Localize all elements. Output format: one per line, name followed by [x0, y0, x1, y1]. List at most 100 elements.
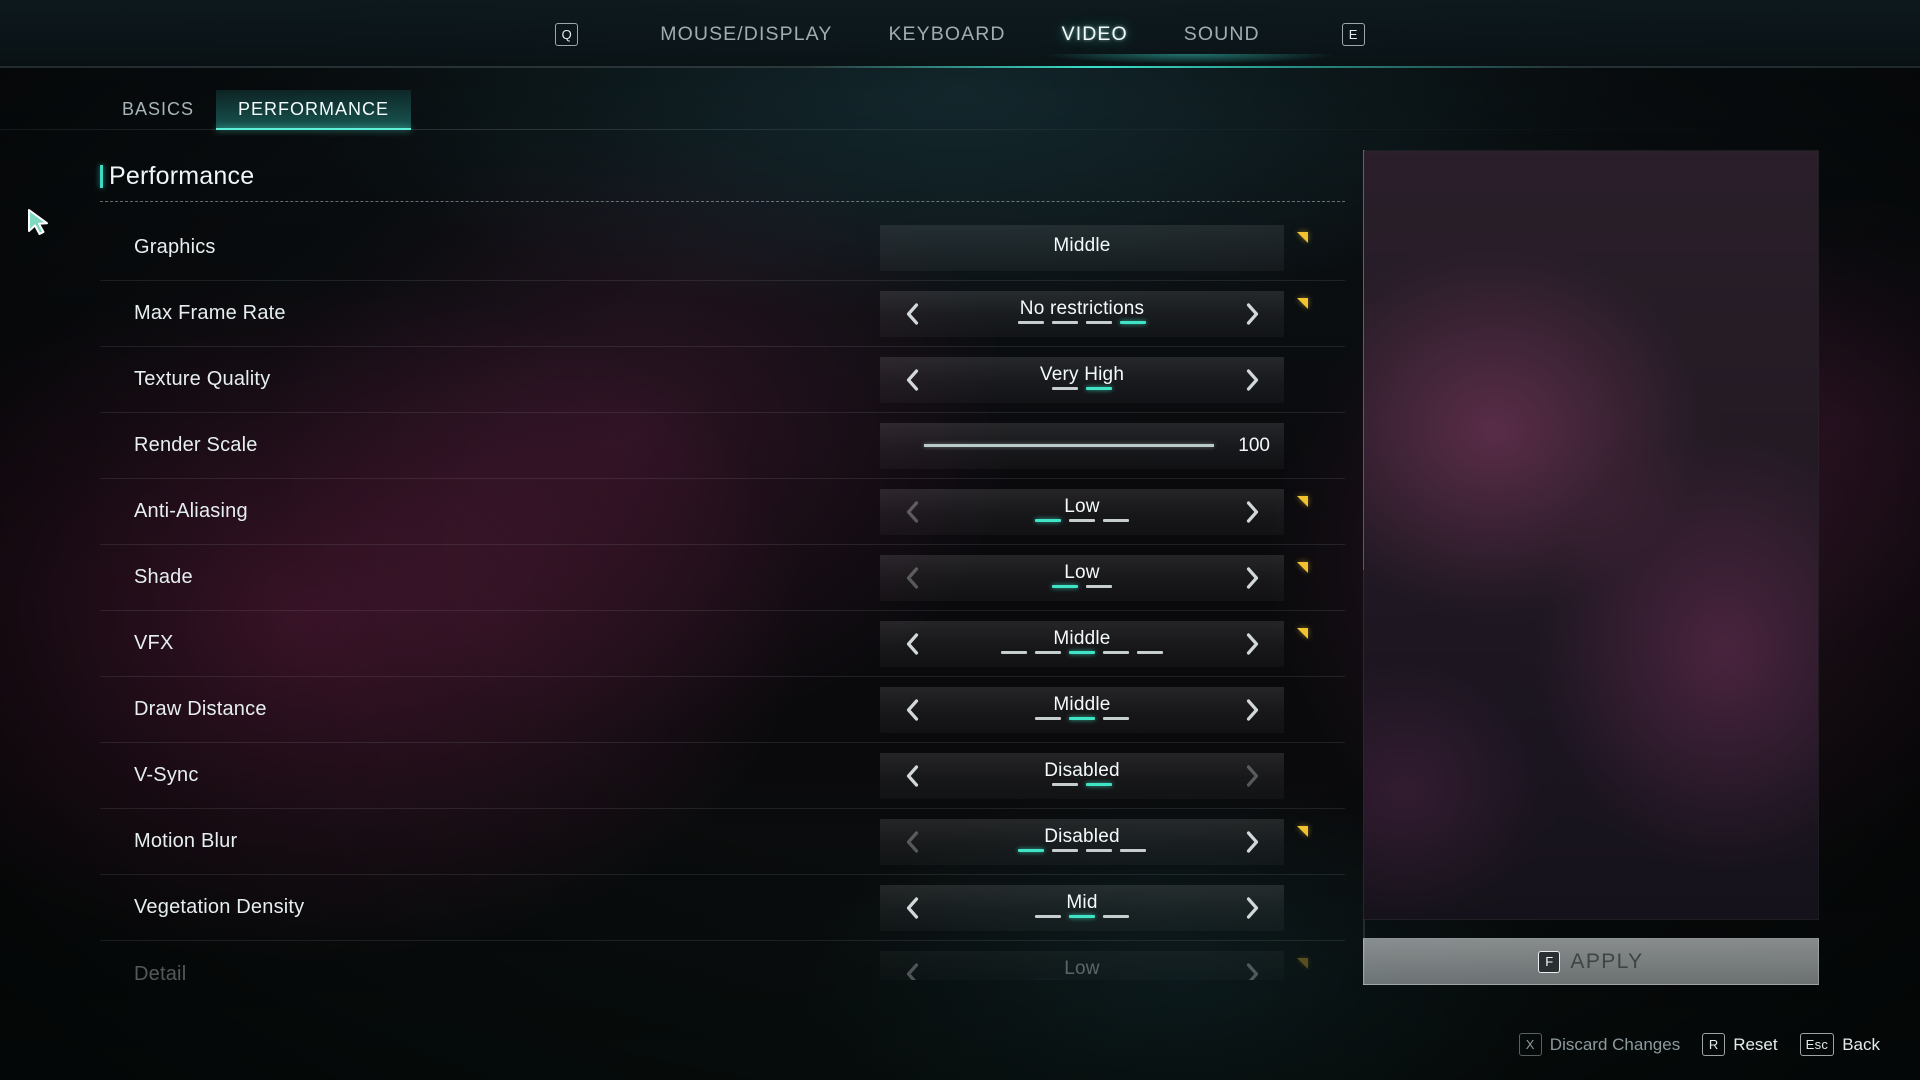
- step-dash: [1103, 519, 1129, 523]
- step-dash: [1086, 849, 1112, 853]
- preview-panel: [1363, 150, 1819, 920]
- setting-control-detail[interactable]: Low: [880, 951, 1308, 980]
- slider-track-render-scale[interactable]: [924, 444, 1214, 447]
- reset-key: R: [1702, 1033, 1726, 1056]
- step-indicator-draw-distance: [1035, 717, 1129, 721]
- chevron-right-icon-vfx[interactable]: [1226, 621, 1278, 667]
- chevron-right-icon-texture-quality[interactable]: [1226, 357, 1278, 403]
- setting-label-vfx: VFX: [134, 632, 174, 654]
- chevron-right-icon-draw-distance[interactable]: [1226, 687, 1278, 733]
- setting-value-wrap-draw-distance: Middle: [1035, 693, 1129, 721]
- setting-row-anti-aliasing[interactable]: Anti-Aliasing Low: [100, 479, 1345, 545]
- setting-label-max-frame-rate: Max Frame Rate: [134, 302, 286, 324]
- step-dash: [1086, 783, 1112, 787]
- setting-control-anti-aliasing[interactable]: Low: [880, 488, 1308, 535]
- setting-row-motion-blur[interactable]: Motion Blur Disabled: [100, 809, 1345, 875]
- setting-value-detail: Low: [1064, 958, 1100, 980]
- setting-control-v-sync[interactable]: Disabled: [880, 752, 1284, 799]
- chevron-left-icon-shade[interactable]: [886, 555, 938, 601]
- changed-marker-icon-graphics: [1297, 231, 1308, 243]
- setting-value-wrap-max-frame-rate: No restrictions: [1018, 298, 1146, 325]
- chevron-left-icon-detail[interactable]: [886, 951, 938, 980]
- chevron-right-icon-shade[interactable]: [1226, 555, 1278, 601]
- setting-row-v-sync[interactable]: V-Sync Disabled: [100, 743, 1345, 809]
- nav-tab-mouse-display[interactable]: MOUSE/DISPLAY: [632, 23, 860, 46]
- apply-button[interactable]: F APPLY: [1363, 938, 1819, 985]
- setting-value-wrap-texture-quality: Very High: [1040, 364, 1124, 391]
- top-navigation-bar: Q MOUSE/DISPLAY KEYBOARD VIDEO SOUND E: [0, 0, 1920, 82]
- chevron-left-icon-motion-blur[interactable]: [886, 819, 938, 865]
- section-header: Performance: [100, 162, 1345, 202]
- setting-control-graphics[interactable]: Middle: [880, 224, 1308, 271]
- hint-back[interactable]: Esc Back: [1799, 1033, 1880, 1056]
- next-category-key[interactable]: E: [1341, 22, 1365, 46]
- setting-label-graphics: Graphics: [134, 236, 216, 258]
- setting-row-render-scale[interactable]: Render Scale 100: [100, 413, 1345, 479]
- chevron-left-icon-vfx[interactable]: [886, 621, 938, 667]
- setting-control-render-scale[interactable]: 100: [880, 422, 1284, 469]
- nav-tab-sound[interactable]: SOUND: [1156, 23, 1288, 46]
- settings-list[interactable]: Graphics Middle Max Frame Rate No restricti…: [100, 215, 1345, 980]
- step-indicator-max-frame-rate: [1018, 321, 1146, 325]
- chevron-right-icon-anti-aliasing[interactable]: [1226, 489, 1278, 535]
- setting-row-shade[interactable]: Shade Low: [100, 545, 1345, 611]
- chevron-right-icon-vegetation-density[interactable]: [1226, 885, 1278, 931]
- hint-reset[interactable]: R Reset: [1702, 1033, 1778, 1056]
- step-indicator-vfx: [1001, 651, 1163, 655]
- setting-label-v-sync: V-Sync: [134, 764, 199, 786]
- step-dash: [1052, 849, 1078, 853]
- step-dash: [1052, 783, 1078, 787]
- prev-category-key[interactable]: Q: [555, 22, 579, 46]
- discard-changes-label: Discard Changes: [1549, 1034, 1681, 1054]
- setting-row-texture-quality[interactable]: Texture Quality Very High: [100, 347, 1345, 413]
- step-dash: [1137, 651, 1163, 655]
- subtab-basics[interactable]: BASICS: [100, 90, 216, 130]
- step-indicator-texture-quality: [1052, 387, 1112, 391]
- setting-label-motion-blur: Motion Blur: [134, 830, 238, 852]
- chevron-left-icon-draw-distance[interactable]: [886, 687, 938, 733]
- setting-row-max-frame-rate[interactable]: Max Frame Rate No restrictions: [100, 281, 1345, 347]
- setting-control-motion-blur[interactable]: Disabled: [880, 818, 1308, 865]
- changed-marker-icon-anti-aliasing: [1297, 495, 1308, 507]
- setting-control-shade[interactable]: Low: [880, 554, 1308, 601]
- setting-row-draw-distance[interactable]: Draw Distance Middle: [100, 677, 1345, 743]
- setting-control-vfx[interactable]: Middle: [880, 620, 1308, 667]
- nav-tab-video[interactable]: VIDEO: [1034, 23, 1156, 46]
- setting-control-draw-distance[interactable]: Middle: [880, 686, 1284, 733]
- settings-screen: Q MOUSE/DISPLAY KEYBOARD VIDEO SOUND E B…: [0, 0, 1920, 1080]
- chevron-left-icon-max-frame-rate[interactable]: [886, 291, 938, 337]
- hint-discard-changes[interactable]: X Discard Changes: [1518, 1033, 1681, 1056]
- changed-marker-icon-shade: [1297, 561, 1308, 573]
- chevron-right-icon-max-frame-rate[interactable]: [1226, 291, 1278, 337]
- preview-image: [1364, 151, 1818, 919]
- step-dash: [1120, 321, 1146, 325]
- step-dash: [1018, 849, 1044, 853]
- back-key: Esc: [1799, 1033, 1835, 1056]
- chevron-right-icon-v-sync[interactable]: [1226, 753, 1278, 799]
- setting-value-shade: Low: [1064, 561, 1100, 583]
- chevron-left-icon-anti-aliasing[interactable]: [886, 489, 938, 535]
- chevron-right-icon-detail[interactable]: [1226, 951, 1278, 980]
- step-dash: [1069, 651, 1095, 655]
- setting-row-vfx[interactable]: VFX Middle: [100, 611, 1345, 677]
- setting-control-texture-quality[interactable]: Very High: [880, 356, 1284, 403]
- setting-row-detail[interactable]: Detail Low: [100, 941, 1345, 980]
- step-dash: [1069, 915, 1095, 919]
- setting-row-graphics[interactable]: Graphics Middle: [100, 215, 1345, 281]
- chevron-right-icon-motion-blur[interactable]: [1226, 819, 1278, 865]
- setting-control-vegetation-density[interactable]: Mid: [880, 884, 1284, 931]
- chevron-left-icon-texture-quality[interactable]: [886, 357, 938, 403]
- nav-tab-keyboard[interactable]: KEYBOARD: [860, 23, 1033, 46]
- setting-value-v-sync: Disabled: [1044, 759, 1120, 781]
- setting-value-wrap-detail: Low: [1035, 959, 1129, 980]
- step-dash: [1086, 585, 1112, 589]
- setting-row-vegetation-density[interactable]: Vegetation Density Mid: [100, 875, 1345, 941]
- changed-marker-icon-vfx: [1297, 627, 1308, 639]
- setting-control-max-frame-rate[interactable]: No restrictions: [880, 290, 1308, 337]
- chevron-left-icon-v-sync[interactable]: [886, 753, 938, 799]
- setting-value-wrap-vfx: Middle: [1001, 628, 1163, 655]
- setting-value-draw-distance: Middle: [1053, 693, 1111, 715]
- chevron-left-icon-vegetation-density[interactable]: [886, 885, 938, 931]
- subtab-performance[interactable]: PERFORMANCE: [216, 90, 412, 130]
- slider-render-scale[interactable]: 100: [880, 435, 1284, 457]
